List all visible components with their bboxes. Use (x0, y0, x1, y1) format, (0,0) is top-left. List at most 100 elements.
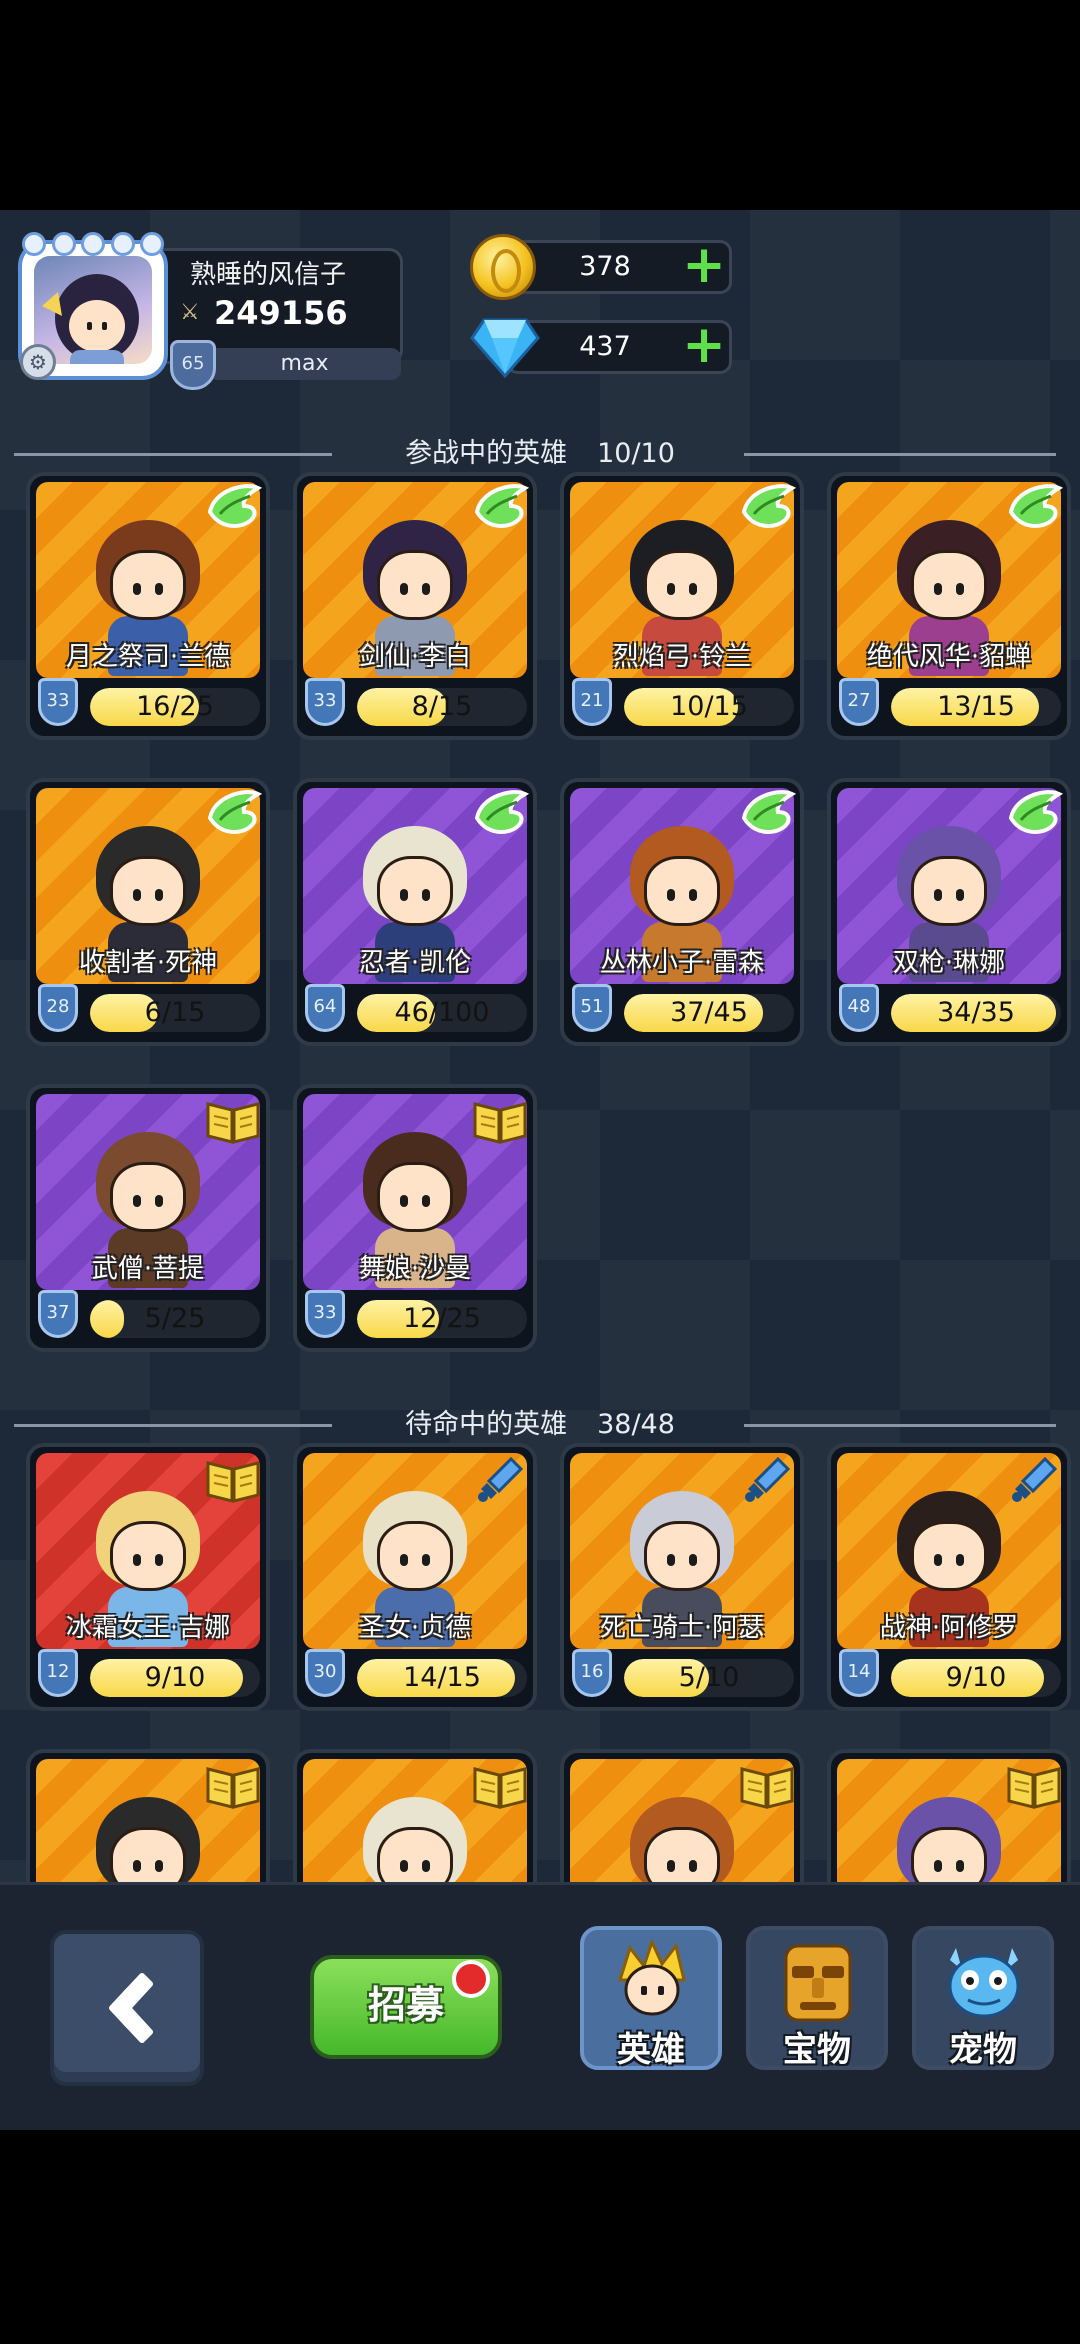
hero-level-badge: 21 (572, 678, 612, 726)
hero-name: 绝代风华·貂蝉 (866, 642, 1032, 672)
player-profile[interactable]: ⚙ 熟睡的风信子 ⚔ 249156 max 65 (18, 232, 403, 390)
hero-level-badge: 12 (38, 1649, 78, 1697)
hero-level-badge: 51 (572, 984, 612, 1032)
player-level-badge: 65 (170, 340, 216, 390)
hero-card[interactable]: 月之祭司·兰德 33 16/25 (26, 472, 270, 740)
hero-icon (617, 1940, 686, 2016)
hero-name: 圣女·贞德 (358, 1613, 472, 1643)
fragment-count: 14/15 (403, 1662, 481, 1693)
fragment-count: 5/25 (144, 1303, 206, 1334)
fragment-count: 5/10 (678, 1662, 740, 1693)
fragment-progress-bar: 8/15 (357, 688, 527, 726)
sword-icon (471, 1453, 529, 1507)
fragment-count: 12/25 (403, 1303, 481, 1334)
tab-heroes[interactable]: 英雄 (580, 1926, 722, 2070)
hero-name: 双枪·琳娜 (892, 948, 1006, 978)
book-icon (1005, 1759, 1063, 1813)
hero-card[interactable]: 剑仙·李白 33 8/15 (293, 472, 537, 740)
gold-value: 378 (579, 251, 631, 282)
hero-level-badge: 27 (839, 678, 879, 726)
hero-level-badge: 37 (38, 1290, 78, 1338)
fragment-progress-bar: 16/25 (90, 688, 260, 726)
hero-card[interactable]: 战神·阿修罗 14 9/10 (827, 1443, 1071, 1711)
gold-coin-icon (470, 234, 536, 300)
diamond-counter: 437 + (470, 314, 732, 378)
hero-card[interactable]: 双枪·琳娜 48 34/35 (827, 778, 1071, 1046)
wing-icon (471, 788, 530, 842)
hero-card[interactable]: 绝代风华·貂蝉 27 13/15 (827, 472, 1071, 740)
wing-icon (1005, 788, 1064, 842)
hero-card[interactable]: 冰霜女王·吉娜 12 9/10 (26, 1443, 270, 1711)
fragment-count: 9/10 (945, 1662, 1007, 1693)
wing-icon (1005, 482, 1064, 536)
treasure-icon (784, 1944, 852, 2022)
sword-icon (1005, 1453, 1063, 1507)
fragment-count: 6/15 (144, 997, 206, 1028)
fragment-count: 10/15 (670, 691, 748, 722)
wing-icon (738, 482, 797, 536)
tab-treasure-label: 宝物 (783, 2030, 851, 2070)
fragment-progress-bar: 9/10 (90, 1659, 260, 1697)
hero-level-badge: 64 (305, 984, 345, 1032)
add-gold-button[interactable]: + (682, 239, 726, 291)
wing-icon (204, 788, 263, 842)
chevron-left-icon (109, 1973, 153, 2043)
hero-card[interactable]: 舞娘·沙曼 33 12/25 (293, 1084, 537, 1352)
book-icon (738, 1759, 796, 1813)
fragment-progress-bar: 10/15 (624, 688, 794, 726)
hero-card[interactable]: 忍者·凯伦 64 46/100 (293, 778, 537, 1046)
pet-icon (948, 1948, 1020, 2018)
sword-icon (738, 1453, 796, 1507)
fragment-progress-bar: 34/35 (891, 994, 1061, 1032)
wing-icon (471, 482, 530, 536)
hero-name: 舞娘·沙曼 (358, 1254, 472, 1284)
game-screen: ⚙ 熟睡的风信子 ⚔ 249156 max 65 378 + 437 + 参战中… (0, 210, 1080, 2130)
hero-card[interactable]: 收割者·死神 28 6/15 (26, 778, 270, 1046)
hero-level-badge: 28 (38, 984, 78, 1032)
fragment-count: 16/25 (136, 691, 214, 722)
hero-level-badge: 16 (572, 1649, 612, 1697)
hero-card[interactable]: 烈焰弓·铃兰 21 10/15 (560, 472, 804, 740)
fragment-count: 8/15 (411, 691, 473, 722)
hero-level-badge: 33 (38, 678, 78, 726)
fragment-progress-bar: 9/10 (891, 1659, 1061, 1697)
combat-power: ⚔ 249156 (180, 294, 348, 332)
fragment-progress-bar: 5/25 (90, 1300, 260, 1338)
book-icon (204, 1094, 262, 1148)
hero-name: 冰霜女王·吉娜 (65, 1613, 231, 1643)
tab-treasure[interactable]: 宝物 (746, 1926, 888, 2070)
hero-card[interactable]: 圣女·贞德 30 14/15 (293, 1443, 537, 1711)
fragment-progress-bar: 13/15 (891, 688, 1061, 726)
gold-counter: 378 + (470, 234, 732, 300)
wing-icon (204, 482, 263, 536)
wing-icon (738, 788, 797, 842)
hero-level-badge: 33 (305, 1290, 345, 1338)
tab-pets-label: 宠物 (949, 2030, 1017, 2070)
standby-heroes-header: 待命中的英雄 38/48 (0, 1405, 1080, 1445)
hero-name: 收割者·死神 (78, 948, 218, 978)
add-diamond-button[interactable]: + (682, 319, 726, 371)
exp-bar: max (208, 348, 401, 380)
hero-card[interactable]: 死亡骑士·阿瑟 16 5/10 (560, 1443, 804, 1711)
hero-card[interactable]: 武僧·菩提 37 5/25 (26, 1084, 270, 1352)
hero-name: 死亡骑士·阿瑟 (599, 1613, 765, 1643)
hero-card[interactable]: 丛林小子·雷森 51 37/45 (560, 778, 804, 1046)
avatar-crown-icon (22, 232, 164, 260)
fragment-count: 13/15 (937, 691, 1015, 722)
tab-heroes-label: 英雄 (617, 2030, 685, 2070)
back-button[interactable] (50, 1930, 204, 2086)
fragment-count: 37/45 (670, 997, 748, 1028)
hero-name: 忍者·凯伦 (358, 948, 472, 978)
book-icon (471, 1094, 529, 1148)
combat-power-value: 249156 (214, 294, 348, 332)
hero-name: 战神·阿修罗 (879, 1613, 1019, 1643)
fragment-progress-bar: 6/15 (90, 994, 260, 1032)
hero-name: 剑仙·李白 (358, 642, 472, 672)
gear-icon[interactable]: ⚙ (20, 344, 56, 380)
crossed-swords-icon: ⚔ (180, 300, 200, 325)
hero-name: 烈焰弓·铃兰 (612, 642, 752, 672)
hero-level-badge: 14 (839, 1649, 879, 1697)
fragment-progress-bar: 12/25 (357, 1300, 527, 1338)
active-section-title: 参战中的英雄 (405, 438, 568, 469)
tab-pets[interactable]: 宠物 (912, 1926, 1054, 2070)
